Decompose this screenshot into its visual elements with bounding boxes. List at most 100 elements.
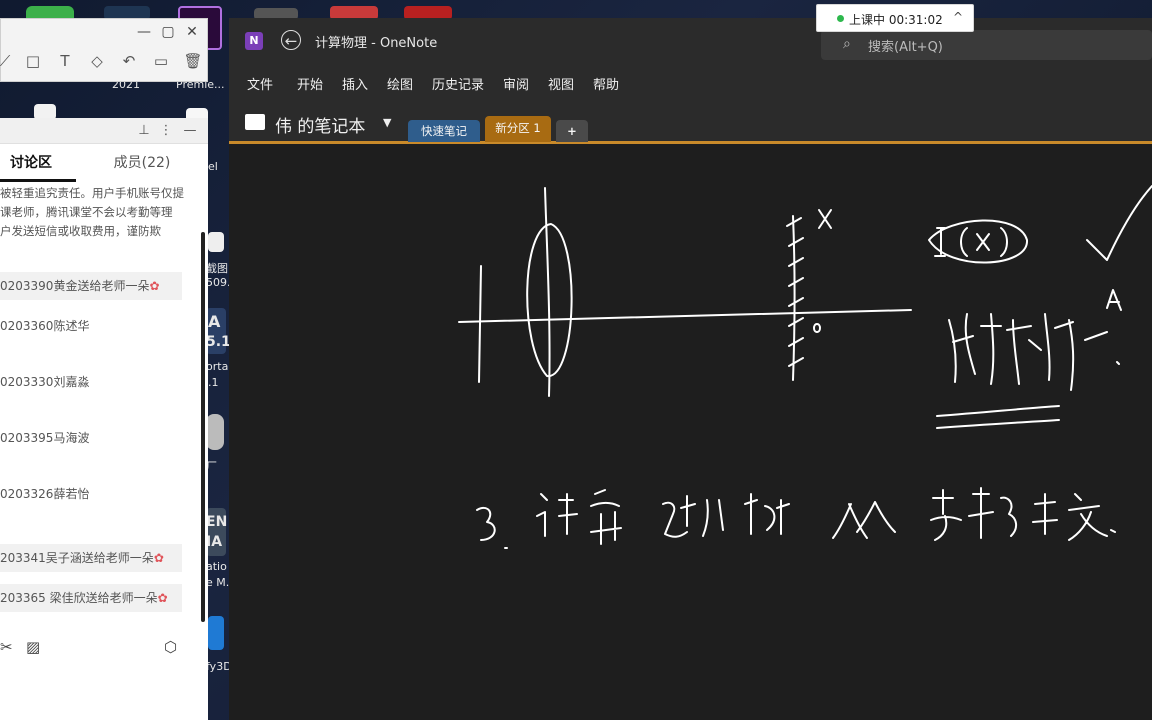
ink-underline bbox=[936, 405, 1060, 417]
chat-message-text: 203341吴子涵送给老师一朵 bbox=[0, 551, 154, 565]
flower-icon: ✿ bbox=[149, 279, 160, 293]
add-section-button[interactable]: + bbox=[556, 120, 588, 142]
chat-input-toolbar: ✂ ▨ ⬡ bbox=[0, 634, 208, 664]
chat-panel: ⊥ ⋮ — 讨论区 成员(22) 被轻重追究责任。用户手机账号仅提 课老师，腾讯… bbox=[0, 118, 208, 720]
window-title: 计算物理 - OneNote bbox=[315, 36, 438, 51]
chat-message: 0203326薛若怡 bbox=[0, 480, 89, 508]
pin-icon[interactable]: ⊥ bbox=[136, 123, 152, 139]
chat-message: 0203360陈述华 bbox=[0, 312, 89, 340]
onenote-logo-icon: N bbox=[245, 32, 263, 50]
app-icon[interactable] bbox=[208, 616, 224, 650]
search-box[interactable]: ⌕ 搜索(Alt+Q) bbox=[821, 30, 1152, 60]
menu-bar: 文件 开始 插入 绘图 历史记录 审阅 视图 帮助 bbox=[229, 64, 1152, 104]
ink-wall-line bbox=[792, 215, 796, 381]
desktop-label: 截图 bbox=[206, 262, 228, 275]
rectangle-icon[interactable]: □ bbox=[23, 51, 43, 71]
text-icon[interactable]: T bbox=[55, 51, 75, 71]
onenote-window: N ← 计算物理 - OneNote ⌕ 搜索(Alt+Q) 文件 开始 插入 … bbox=[229, 18, 1152, 720]
back-arrow-icon[interactable]: ← bbox=[281, 30, 301, 50]
chat-message: 0203390黄金送给老师一朵✿ bbox=[0, 272, 182, 300]
chevron-up-icon[interactable]: ^ bbox=[953, 10, 963, 24]
screenshot-icon[interactable] bbox=[208, 232, 224, 252]
live-indicator-icon bbox=[837, 15, 844, 22]
notebook-name[interactable]: 伟 的笔记本 bbox=[275, 112, 365, 137]
menu-file[interactable]: 文件 bbox=[247, 74, 273, 93]
desktop-label: 509. bbox=[206, 276, 231, 289]
desktop-label: atio bbox=[206, 560, 227, 573]
desktop-label: IA bbox=[206, 534, 223, 550]
menu-view[interactable]: 视图 bbox=[548, 74, 574, 93]
ink-sentence bbox=[476, 487, 1116, 549]
trash-icon[interactable]: 🗑 bbox=[183, 51, 203, 71]
search-placeholder: 搜索(Alt+Q) bbox=[868, 40, 943, 55]
restore-button[interactable]: ▢ bbox=[159, 23, 177, 41]
ink-letter-x bbox=[818, 209, 832, 229]
undo-icon[interactable]: ↶ bbox=[119, 51, 139, 71]
eraser-icon[interactable]: ◇ bbox=[87, 51, 107, 71]
notice-line: 户发送短信或收取费用，谨防欺 bbox=[0, 224, 161, 238]
minimize-button[interactable]: — bbox=[135, 23, 153, 41]
notebook-bar: 伟 的笔记本 ▼ 快速笔记 新分区 1 + bbox=[229, 104, 1152, 144]
notice-line: 被轻重追究责任。用户手机账号仅提 bbox=[0, 186, 184, 200]
screen-icon[interactable]: ▭ bbox=[151, 51, 171, 71]
menu-review[interactable]: 审阅 bbox=[503, 74, 529, 93]
desktop-label: A bbox=[208, 312, 221, 331]
section-tab-new[interactable]: 新分区 1 bbox=[485, 116, 551, 142]
search-icon: ⌕ bbox=[843, 36, 851, 52]
desktop-label: orta bbox=[206, 360, 229, 373]
chat-notice: 被轻重追究责任。用户手机账号仅提 课老师，腾讯课堂不会以考勤等理 户发送短信或收… bbox=[0, 184, 186, 241]
chat-message: 0203330刘嘉淼 bbox=[0, 368, 89, 396]
menu-insert[interactable]: 插入 bbox=[342, 74, 368, 93]
flower-icon: ✿ bbox=[153, 551, 164, 565]
chat-message-text: 0203326薛若怡 bbox=[0, 487, 90, 501]
class-status-bar[interactable]: 上课中 00:31:02 ^ bbox=[816, 4, 974, 32]
pen-icon[interactable]: ⟋ bbox=[0, 51, 15, 71]
desktop-label: EN bbox=[206, 514, 228, 530]
chat-message-text: 0203360陈述华 bbox=[0, 319, 90, 333]
chevron-down-icon[interactable]: ▼ bbox=[383, 116, 391, 129]
chat-message-text: 0203330刘嘉淼 bbox=[0, 375, 90, 389]
tab-members[interactable]: 成员(22) bbox=[96, 144, 188, 182]
notebook-icon bbox=[245, 114, 265, 130]
desktop-label: .1 bbox=[208, 376, 219, 389]
desktop-label: fy3D bbox=[206, 660, 232, 673]
ink-paren-x bbox=[960, 227, 1008, 257]
menu-draw[interactable]: 绘图 bbox=[387, 74, 413, 93]
ink-zero bbox=[813, 323, 821, 333]
menu-help[interactable]: 帮助 bbox=[593, 74, 619, 93]
close-button[interactable]: ✕ bbox=[183, 23, 201, 41]
class-timer: 上课中 00:31:02 bbox=[849, 13, 943, 27]
ink-vertical-line bbox=[478, 265, 482, 383]
ink-vertical-line bbox=[544, 187, 551, 397]
chat-message: 0203395马海波 bbox=[0, 424, 89, 452]
flower-icon: ✿ bbox=[157, 591, 168, 605]
onenote-titlebar: N ← 计算物理 - OneNote ⌕ 搜索(Alt+Q) bbox=[229, 18, 1152, 64]
toolbar-titlebar: — ▢ ✕ bbox=[1, 19, 209, 45]
scissors-icon[interactable]: ✂ bbox=[0, 638, 13, 656]
menu-history[interactable]: 历史记录 bbox=[432, 74, 484, 93]
tab-discussion[interactable]: 讨论区 bbox=[0, 144, 76, 182]
ink-scribble bbox=[948, 289, 1122, 391]
section-tab-quick-notes[interactable]: 快速笔记 bbox=[408, 120, 480, 142]
app-icon[interactable] bbox=[206, 414, 224, 450]
desktop-label: 5.1 bbox=[206, 334, 231, 350]
ink-underline bbox=[936, 419, 1060, 429]
more-icon[interactable]: ⋮ bbox=[158, 123, 174, 139]
desktop-label: el bbox=[208, 160, 218, 173]
chat-titlebar: ⊥ ⋮ — bbox=[0, 118, 208, 144]
chat-message: 203365 梁佳欣送给老师一朵✿ bbox=[0, 584, 182, 612]
chat-message-text: 0203390黄金送给老师一朵 bbox=[0, 279, 150, 293]
ink-check bbox=[1086, 185, 1152, 261]
note-canvas[interactable] bbox=[229, 144, 1152, 720]
handwriting-ink bbox=[458, 185, 1152, 549]
image-icon[interactable]: ▨ bbox=[26, 638, 40, 656]
chat-message: 203341吴子涵送给老师一朵✿ bbox=[0, 544, 182, 572]
settings-icon[interactable]: ⬡ bbox=[164, 638, 177, 656]
minimize-icon[interactable]: — bbox=[182, 123, 198, 139]
chat-message-text: 0203395马海波 bbox=[0, 431, 90, 445]
notice-line: 课老师，腾讯课堂不会以考勤等理 bbox=[0, 205, 173, 219]
chat-scrollbar[interactable] bbox=[201, 232, 205, 622]
menu-home[interactable]: 开始 bbox=[297, 74, 323, 93]
desktop-label: e M. bbox=[206, 576, 230, 589]
drawing-toolbar: — ▢ ✕ ⟋ □ T ◇ ↶ ▭ 🗑 bbox=[0, 18, 208, 82]
